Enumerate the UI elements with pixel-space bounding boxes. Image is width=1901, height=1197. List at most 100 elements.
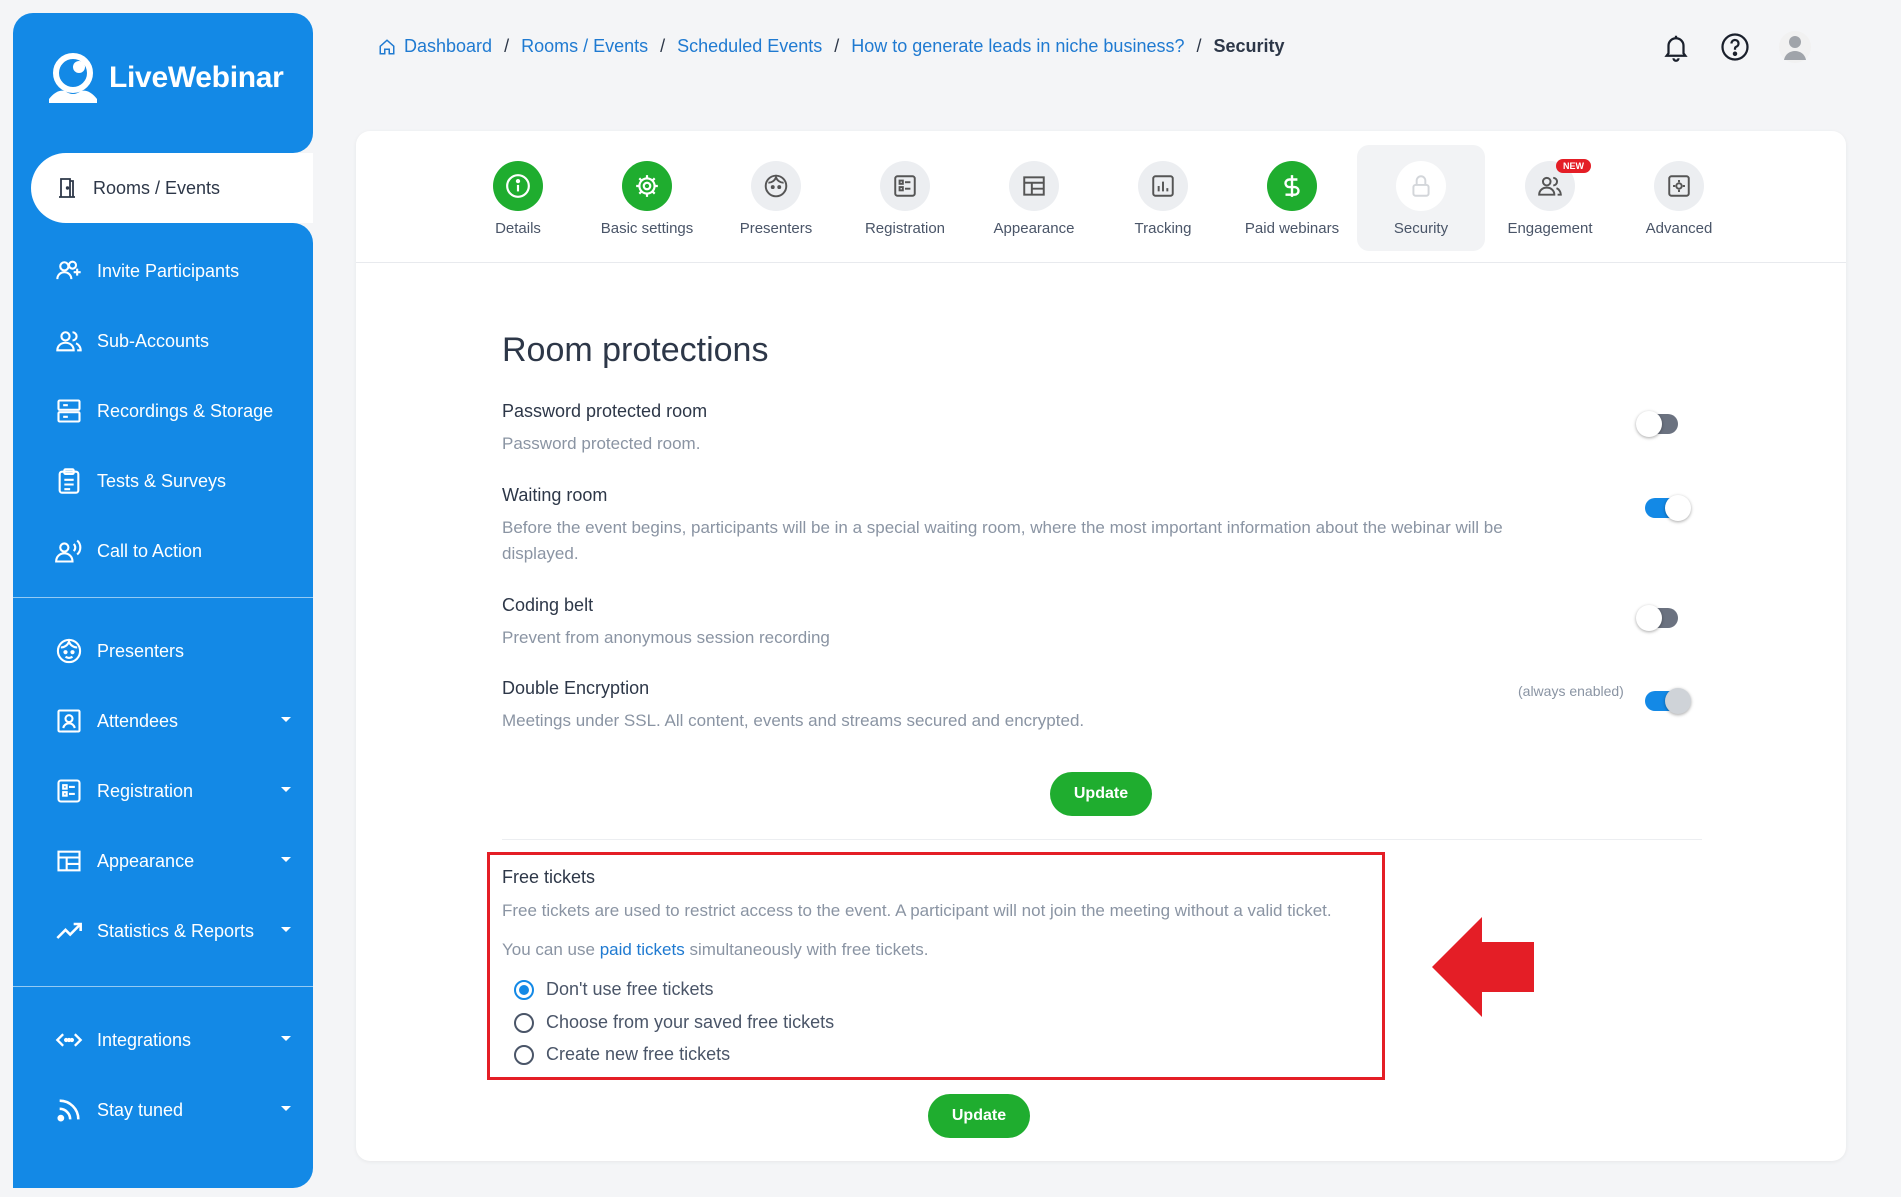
- chevron-down-icon: [281, 927, 291, 932]
- breadcrumb-separator: /: [1196, 36, 1202, 56]
- chevron-down-icon: [281, 1106, 291, 1111]
- sidebar-item-label: Attendees: [97, 710, 179, 731]
- chevron-down-icon: [281, 857, 291, 862]
- sidebar-item-integrations[interactable]: Integrations: [13, 1005, 313, 1075]
- tab-registration[interactable]: Registration: [841, 145, 969, 251]
- door-icon: [59, 178, 75, 198]
- sidebar-item-recordings-storage[interactable]: Recordings & Storage: [13, 376, 313, 446]
- waiting-room-toggle[interactable]: [1645, 495, 1691, 521]
- brand-name: LiveWebinar: [109, 61, 284, 94]
- sidebar-divider: [13, 597, 313, 598]
- sidebar-item-label: Recordings & Storage: [97, 400, 274, 421]
- option-description: Meetings under SSL. All content, events …: [502, 711, 1085, 730]
- tab-label: Details: [495, 220, 541, 237]
- option-title: Password protected room: [502, 401, 708, 421]
- sidebar-item-label: Appearance: [97, 850, 195, 871]
- sidebar-item-appearance[interactable]: Appearance: [13, 826, 313, 896]
- trend-icon: [56, 922, 82, 939]
- bar-chart-icon: [1152, 175, 1174, 197]
- section-divider: [502, 839, 1702, 840]
- tab-label: Advanced: [1645, 220, 1713, 237]
- users-icon: [1538, 176, 1562, 196]
- invite-users-icon: [56, 260, 81, 280]
- sidebar-item-registration[interactable]: Registration: [13, 756, 313, 826]
- sidebar-item-invite-participants[interactable]: Invite Participants: [13, 236, 313, 306]
- option-description: Password protected room.: [502, 434, 701, 453]
- breadcrumb-separator: /: [834, 36, 840, 56]
- sidebar-item-label: Presenters: [97, 640, 185, 661]
- red-arrow-icon: [1432, 917, 1534, 1017]
- settings-tabs: Details Basic settings Presenters Regist…: [356, 131, 1846, 263]
- help-icon[interactable]: [1720, 32, 1750, 62]
- highlight-box: [487, 852, 1385, 1080]
- tab-appearance[interactable]: Appearance: [970, 145, 1098, 251]
- always-enabled-note: (always enabled): [1518, 683, 1624, 699]
- lock-icon: [1412, 175, 1430, 197]
- update-protections-button[interactable]: Update: [1050, 772, 1152, 816]
- sidebar-item-tests-surveys[interactable]: Tests & Surveys: [13, 446, 313, 516]
- breadcrumb-separator: /: [660, 36, 666, 56]
- breadcrumb-current: Security: [1213, 36, 1285, 56]
- coding-belt-toggle[interactable]: [1636, 605, 1678, 631]
- sidebar-item-presenters[interactable]: Presenters: [13, 616, 313, 686]
- option-description: Prevent from anonymous session recording: [502, 628, 830, 647]
- sidebar-item-stay-tuned[interactable]: Stay tuned: [13, 1075, 313, 1145]
- tab-advanced[interactable]: Advanced: [1615, 145, 1743, 251]
- logo[interactable]: LiveWebinar: [43, 49, 284, 107]
- new-badge: NEW: [1556, 159, 1591, 173]
- breadcrumb-rooms-events[interactable]: Rooms / Events: [521, 36, 648, 57]
- tab-details[interactable]: Details: [454, 145, 582, 251]
- tab-tracking[interactable]: Tracking: [1099, 145, 1227, 251]
- tab-paid-webinars[interactable]: Paid webinars: [1228, 145, 1356, 251]
- brand-panel: LiveWebinar: [13, 13, 313, 153]
- tab-label: Security: [1393, 220, 1449, 237]
- dollar-icon: [1284, 175, 1300, 197]
- sidebar-item-sub-accounts[interactable]: Sub-Accounts: [13, 306, 313, 376]
- tab-basic-settings[interactable]: Basic settings: [583, 145, 711, 251]
- option-title: Waiting room: [502, 485, 608, 505]
- sidebar-item-label: Statistics & Reports: [97, 920, 255, 941]
- sidebar-item-label: Sub-Accounts: [97, 330, 210, 351]
- tab-label: Basic settings: [600, 220, 694, 237]
- sidebar-item-label: Invite Participants: [97, 260, 240, 281]
- password-protected-toggle[interactable]: [1636, 411, 1678, 437]
- livewebinar-logo-icon: [49, 53, 97, 103]
- sidebar-item-label: Registration: [97, 780, 194, 801]
- avatar[interactable]: [1778, 30, 1812, 64]
- sidebar-divider: [13, 986, 313, 987]
- gear-icon: [636, 175, 658, 197]
- sidebar-item-label: Rooms / Events: [93, 177, 221, 198]
- option-title: Coding belt: [502, 595, 594, 615]
- tab-label: Presenters: [739, 220, 813, 237]
- tab-security[interactable]: Security: [1357, 145, 1485, 251]
- breadcrumb-scheduled-events[interactable]: Scheduled Events: [677, 36, 822, 57]
- section-title: Room protections: [502, 331, 769, 369]
- info-icon: [506, 174, 530, 198]
- sidebar-item-statistics-reports[interactable]: Statistics & Reports: [13, 896, 313, 966]
- layout-icon: [1023, 176, 1045, 196]
- attendee-card-icon: [57, 709, 81, 733]
- sidebar-item-label: Tests & Surveys: [97, 470, 227, 491]
- option-description: Before the event begins, participants wi…: [502, 518, 1503, 563]
- double-encryption-toggle: [1645, 688, 1691, 714]
- code-icon: [55, 1033, 83, 1047]
- option-title: Double Encryption: [502, 678, 650, 698]
- sidebar-item-rooms-events[interactable]: Rooms / Events: [31, 153, 313, 223]
- gear-box-icon: [1668, 175, 1690, 197]
- speaking-user-icon: [55, 539, 82, 563]
- breadcrumb-separator: /: [504, 36, 510, 56]
- tab-presenters[interactable]: Presenters: [712, 145, 840, 251]
- sidebar-item-call-to-action[interactable]: Call to Action: [13, 516, 313, 586]
- breadcrumb-event[interactable]: How to generate leads in niche business?: [851, 36, 1184, 57]
- sidebar: LiveWebinar Rooms / Events Invite Partic…: [13, 13, 313, 1188]
- tab-engagement[interactable]: NEW Engagement: [1486, 145, 1614, 251]
- breadcrumb-dashboard[interactable]: Dashboard: [404, 36, 492, 57]
- update-free-tickets-button[interactable]: Update: [928, 1094, 1030, 1138]
- clipboard-icon: [58, 468, 80, 494]
- registration-form-icon: [894, 175, 916, 197]
- chevron-down-icon: [281, 787, 291, 792]
- sidebar-item-attendees[interactable]: Attendees: [13, 686, 313, 756]
- layout-icon: [57, 850, 81, 872]
- bell-icon[interactable]: [1661, 32, 1691, 62]
- tab-label: Paid webinars: [1244, 220, 1340, 237]
